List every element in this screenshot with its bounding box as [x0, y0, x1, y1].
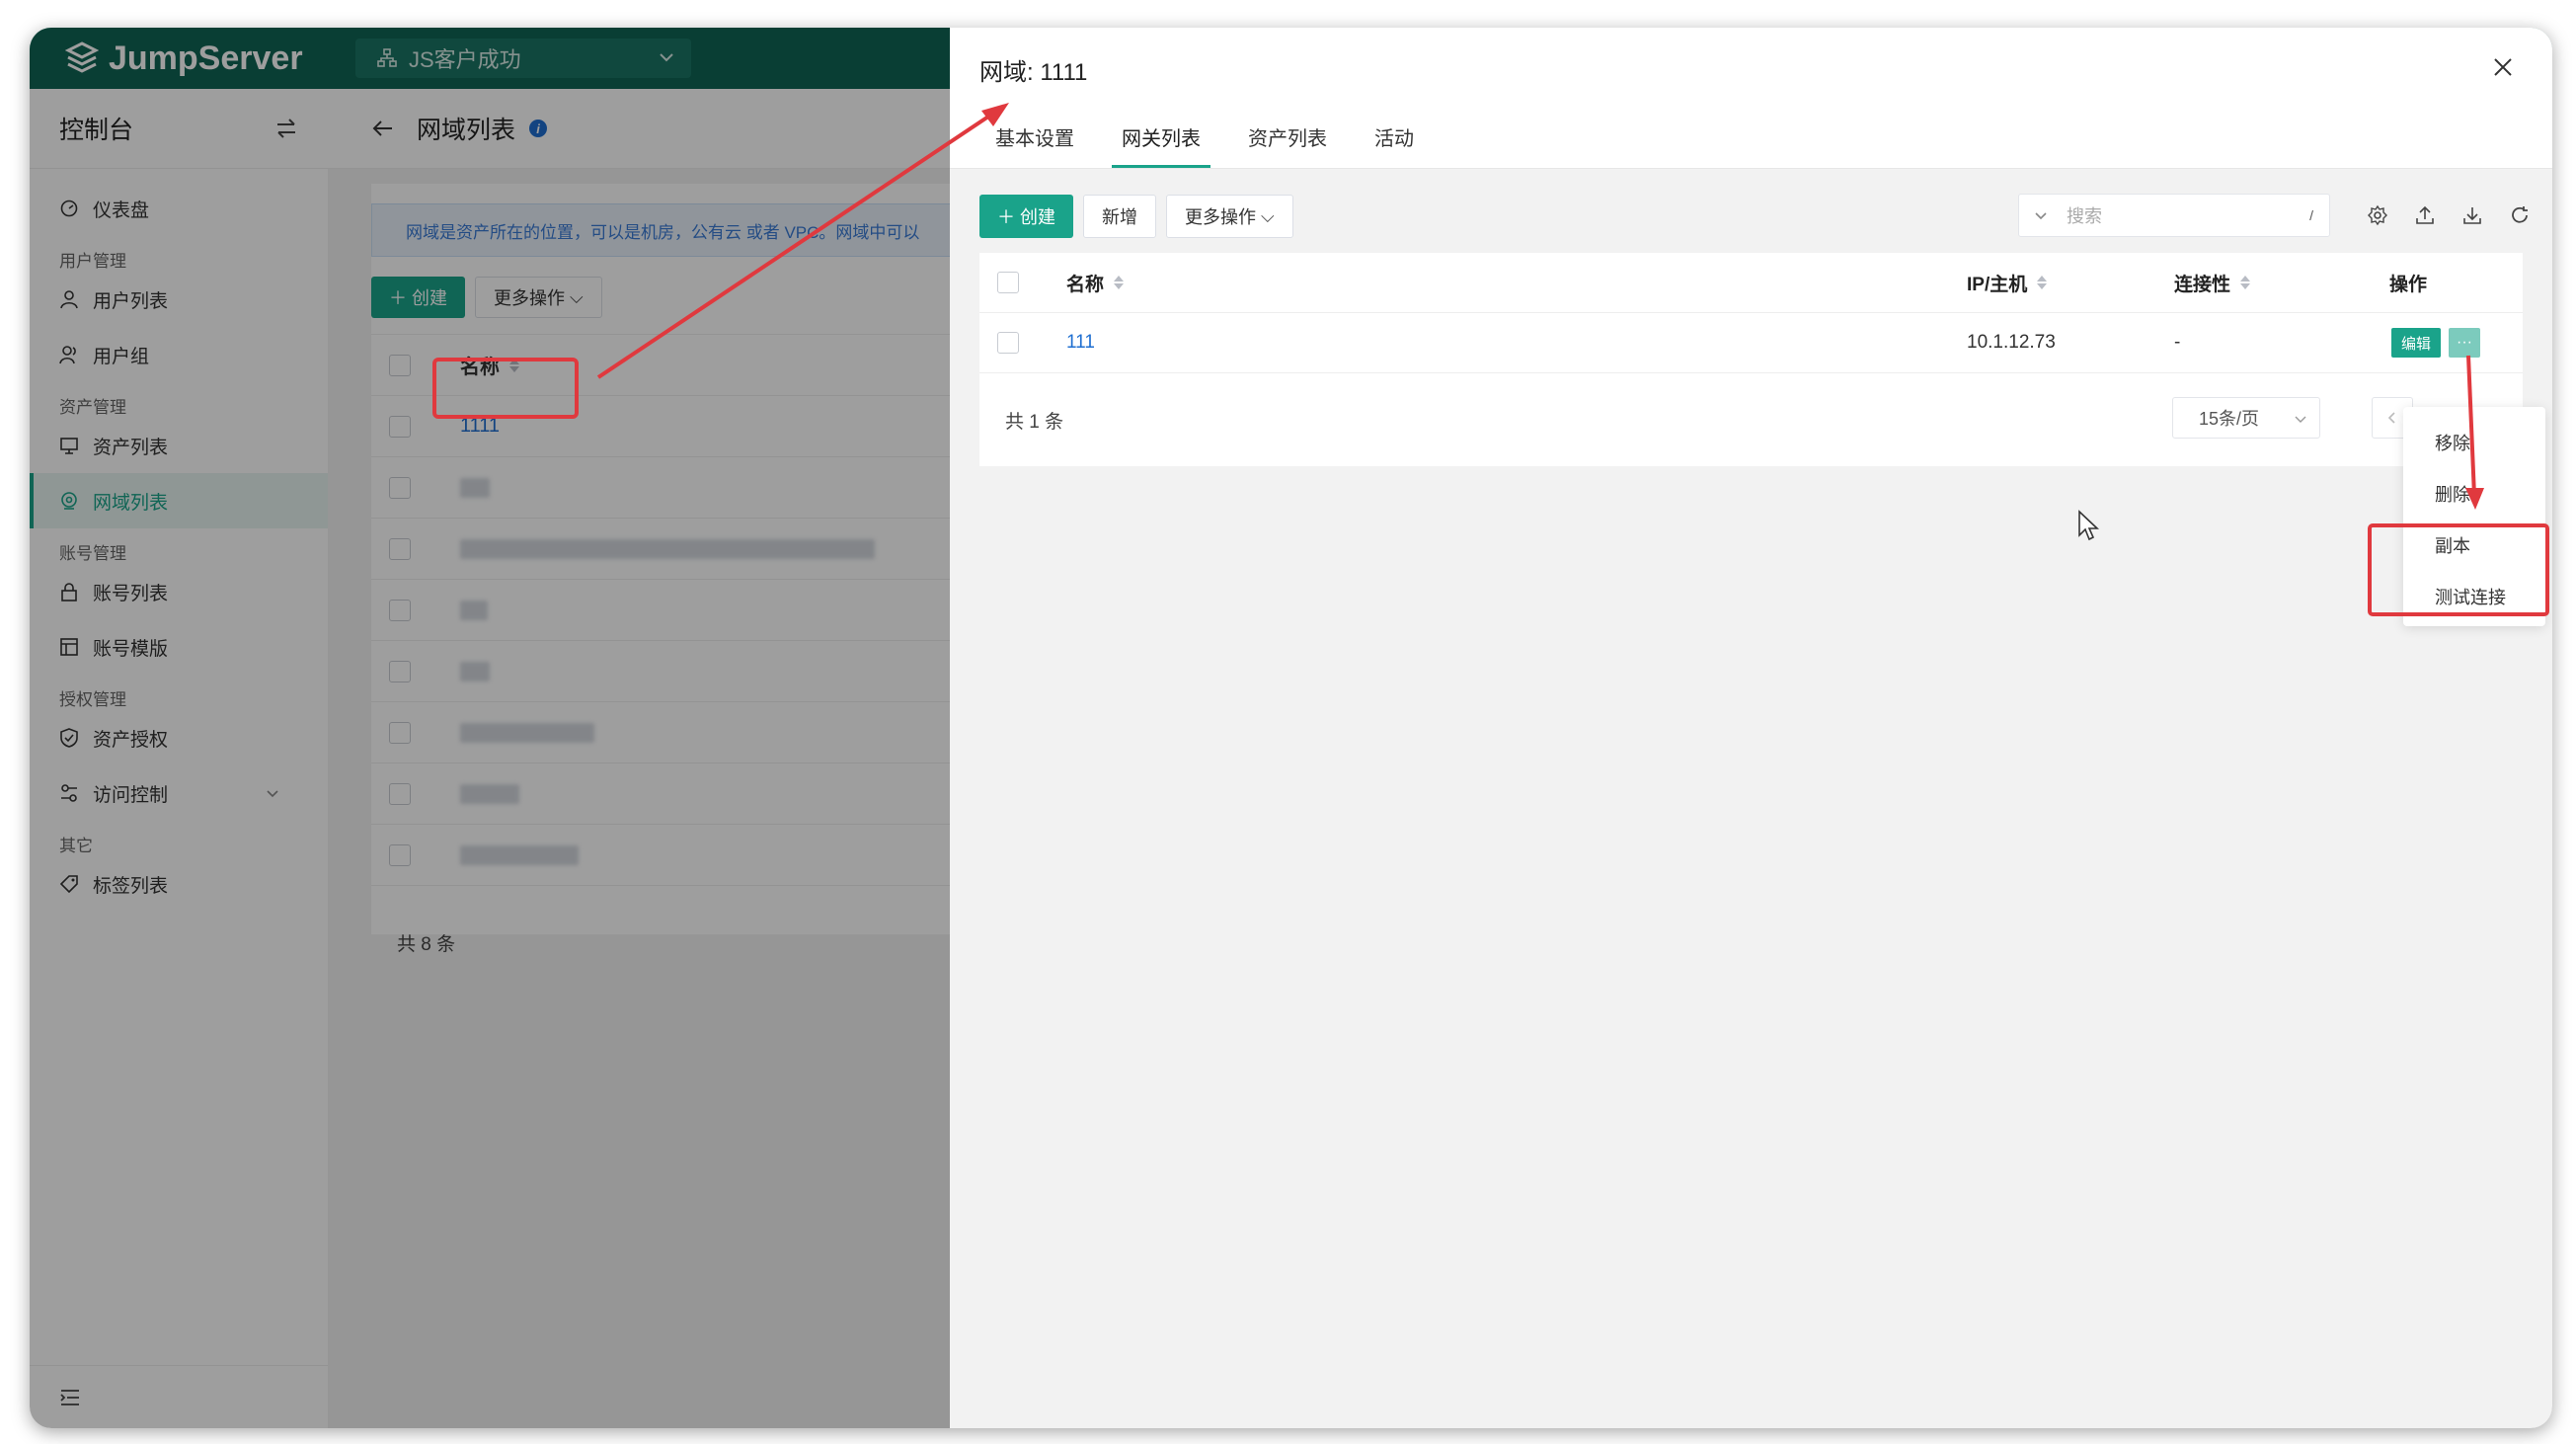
add-button[interactable]: 新增 [1083, 195, 1157, 238]
sort-icon [2240, 276, 2251, 289]
tab-asset-list[interactable]: 资产列表 [1248, 122, 1327, 168]
close-icon[interactable] [2491, 55, 2515, 79]
sort-icon [1114, 276, 1125, 289]
drawer-header: 网域: 1111 [950, 28, 2552, 111]
row-checkbox[interactable] [997, 332, 1019, 354]
column-label: IP/主机 [1967, 274, 2028, 295]
sort-icon [2037, 276, 2048, 289]
page-size-select[interactable]: 15条/页 [2172, 397, 2320, 439]
row-actions-dropdown: 移除 删除 副本 测试连接 [2403, 407, 2545, 626]
more-icon[interactable]: ··· [2449, 328, 2481, 358]
create-button-label: 创建 [1020, 207, 1056, 227]
more-actions-button[interactable]: 更多操作 ⌵ [1166, 195, 1293, 238]
select-all-checkbox[interactable] [997, 272, 1019, 293]
column-label: 名称 [1066, 274, 1105, 295]
column-label: 连接性 [2174, 274, 2231, 295]
column-header-ip[interactable]: IP/主机 [1967, 270, 2048, 296]
gateway-table: 名称 IP/主机 连接性 操作 111 10.1.12.73 - 编辑 ··· … [979, 253, 2523, 466]
create-button[interactable]: ＋ 创建 [979, 195, 1074, 238]
settings-icon[interactable] [2367, 204, 2388, 226]
drawer-title: 网域: 1111 [979, 58, 1088, 86]
gateway-ip: 10.1.12.73 [1967, 332, 2056, 353]
tab-activity[interactable]: 活动 [1374, 122, 1414, 168]
table-header: 名称 IP/主机 连接性 操作 [979, 253, 2523, 313]
table-footer: 共 1 条 15条/页 [979, 373, 2523, 466]
column-header-name[interactable]: 名称 [1066, 270, 1125, 296]
chevron-down-icon [2035, 212, 2047, 220]
drawer-tabs: 基本设置 网关列表 资产列表 活动 [950, 111, 2552, 169]
table-total: 共 1 条 [1005, 411, 1064, 433]
table-tools [2367, 194, 2531, 237]
column-header-actions: 操作 [2389, 274, 2428, 295]
gateway-toolbar: ＋ 创建 新增 更多操作 ⌵ 搜索 / [979, 194, 2531, 239]
search-input[interactable]: 搜索 / [2018, 194, 2330, 237]
import-icon[interactable] [2461, 204, 2483, 226]
export-icon[interactable] [2414, 204, 2436, 226]
domain-detail-drawer: 网域: 1111 基本设置 网关列表 资产列表 活动 ＋ 创建 新增 更多操作 … [950, 28, 2552, 1428]
menu-item-delete[interactable]: 删除 [2403, 468, 2545, 520]
more-actions-label: 更多操作 [1185, 207, 1257, 227]
mouse-cursor-icon [2078, 510, 2100, 541]
table-row: 111 10.1.12.73 - 编辑 ··· [979, 313, 2523, 373]
column-header-connectivity[interactable]: 连接性 [2174, 270, 2251, 296]
search-placeholder: 搜索 [2067, 206, 2102, 226]
chevron-left-icon [2387, 412, 2395, 424]
search-shortcut: / [2309, 207, 2313, 223]
menu-item-test-connection[interactable]: 测试连接 [2403, 571, 2545, 622]
edit-button[interactable]: 编辑 [2391, 328, 2442, 358]
gateway-connectivity: - [2174, 332, 2181, 353]
chevron-down-icon [2295, 416, 2306, 423]
refresh-icon[interactable] [2509, 204, 2531, 226]
menu-item-remove[interactable]: 移除 [2403, 417, 2545, 468]
app-window: JumpServer JS客户成功 控制台 仪表盘 用户管理 用户列表 用户组 … [30, 28, 2552, 1428]
page-size-value: 15条/页 [2199, 409, 2260, 429]
tab-gateway-list[interactable]: 网关列表 [1112, 122, 1210, 168]
tab-basic-settings[interactable]: 基本设置 [995, 122, 1074, 168]
menu-item-copy[interactable]: 副本 [2403, 520, 2545, 571]
gateway-name-link[interactable]: 111 [1066, 332, 1095, 354]
